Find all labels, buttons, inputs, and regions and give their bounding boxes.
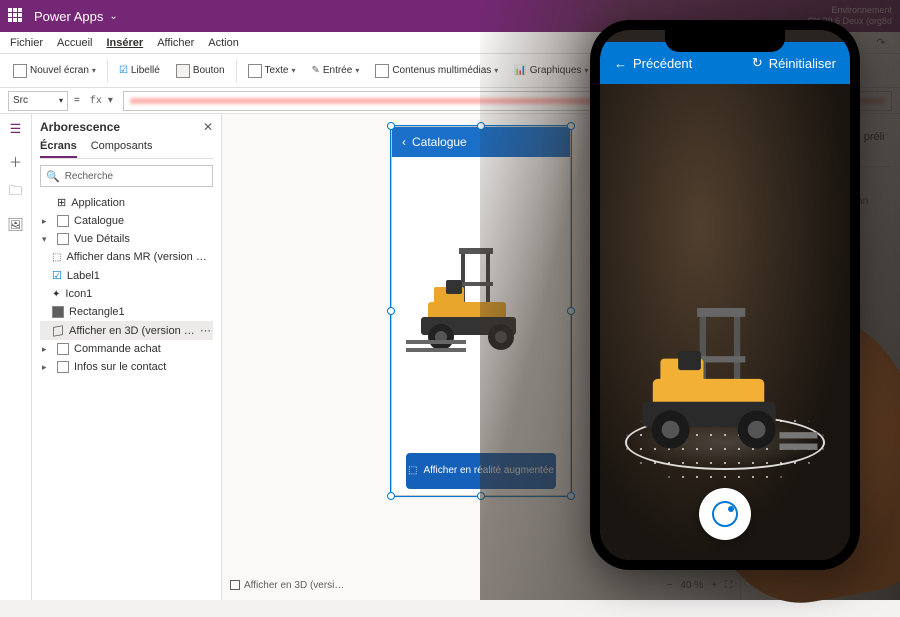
tab-screens[interactable]: Écrans <box>40 140 77 158</box>
close-panel-icon[interactable]: ✕ <box>203 120 213 134</box>
tab-components[interactable]: Composants <box>91 140 153 158</box>
ar-forklift-model <box>630 308 820 460</box>
input-dropdown[interactable]: ✎Entrée▾ <box>306 63 364 78</box>
rail-insert-icon[interactable]: ＋ <box>7 152 25 170</box>
property-selector[interactable]: Src▾ <box>8 91 68 111</box>
screen-icon <box>57 233 69 245</box>
text-icon <box>248 64 262 78</box>
rect-icon <box>52 306 64 318</box>
tree-item-catalogue[interactable]: ▸Catalogue <box>40 212 213 230</box>
tree-item-infos[interactable]: ▸Infos sur le contact <box>40 358 213 376</box>
selection-indicator[interactable]: Afficher en 3D (versi… <box>230 580 344 591</box>
tree-item-mr[interactable]: ⬚Afficher dans MR (version préliminaire) <box>40 248 213 266</box>
text-dropdown[interactable]: Texte▾ <box>243 62 301 80</box>
button-button[interactable]: Bouton <box>171 62 230 80</box>
camera-icon <box>712 501 738 527</box>
rail-media-icon[interactable]: 🖼 <box>7 216 25 234</box>
resize-handle[interactable] <box>387 492 395 500</box>
menu-afficher[interactable]: Afficher <box>157 37 194 49</box>
label-button[interactable]: ☑Libellé <box>114 63 165 78</box>
back-arrow-icon: ← <box>614 56 627 71</box>
search-icon: 🔍 <box>46 170 60 183</box>
phone-notch <box>665 30 785 52</box>
tree-title: Arborescence <box>40 120 120 134</box>
tree-item-view3d[interactable]: Afficher en 3D (version préliminaire)⋯ <box>40 321 213 340</box>
app-launcher-icon[interactable] <box>8 8 24 24</box>
button-icon <box>176 64 190 78</box>
rail-tree-icon[interactable]: ☰ <box>7 120 25 138</box>
rail-data-icon[interactable]: 🗀 <box>7 184 25 202</box>
tree-item-app[interactable]: ⊞Application <box>40 193 213 212</box>
screen-icon <box>57 343 69 355</box>
ar-back-button[interactable]: ←Précédent <box>614 56 692 71</box>
left-rail: ☰ ＋ 🗀 🖼 <box>0 114 32 600</box>
cube-icon <box>230 580 240 590</box>
tree-item-icon1[interactable]: ✦Icon1 <box>40 285 213 303</box>
menu-inserer[interactable]: Insérer <box>106 37 143 49</box>
reset-icon: ↻ <box>752 55 763 71</box>
menu-accueil[interactable]: Accueil <box>57 37 92 49</box>
new-screen-button[interactable]: Nouvel écran▾ <box>8 62 101 80</box>
camera-shutter-button[interactable] <box>699 488 751 540</box>
tree-item-details[interactable]: ▾Vue Détails <box>40 230 213 248</box>
menu-action[interactable]: Action <box>208 37 239 49</box>
screen-icon <box>13 64 27 78</box>
phone-screen: ←Précédent ↻Réinitialiser <box>600 30 850 560</box>
tree-item-commande[interactable]: ▸Commande achat <box>40 340 213 358</box>
cube-icon <box>52 325 64 337</box>
tree-tabs: Écrans Composants <box>40 140 213 159</box>
tree-search-input[interactable]: 🔍 Recherche <box>40 165 213 187</box>
item-more-icon[interactable]: ⋯ <box>200 324 211 337</box>
tree-item-label1[interactable]: ☑Label1 <box>40 266 213 285</box>
screen-icon <box>57 215 69 227</box>
app-title: Power Apps <box>34 9 103 24</box>
ar-reset-button[interactable]: ↻Réinitialiser <box>752 55 836 71</box>
screen-icon <box>57 361 69 373</box>
preview-title: Catalogue <box>412 135 467 149</box>
app-title-chevron-icon[interactable]: ⌄ <box>109 11 117 22</box>
menu-fichier[interactable]: Fichier <box>10 37 43 49</box>
ar-cube-icon: ⬚ <box>408 465 417 477</box>
tree-item-rect[interactable]: Rectangle1 <box>40 303 213 321</box>
back-chevron-icon: ‹ <box>402 135 406 149</box>
media-icon <box>375 64 389 78</box>
phone-mockup: ←Précédent ↻Réinitialiser <box>590 20 860 570</box>
fx-icon: fx ▾ <box>86 95 117 107</box>
tree-view-panel: Arborescence ✕ Écrans Composants 🔍 Reche… <box>32 114 222 600</box>
ar-camera-view <box>600 84 850 560</box>
